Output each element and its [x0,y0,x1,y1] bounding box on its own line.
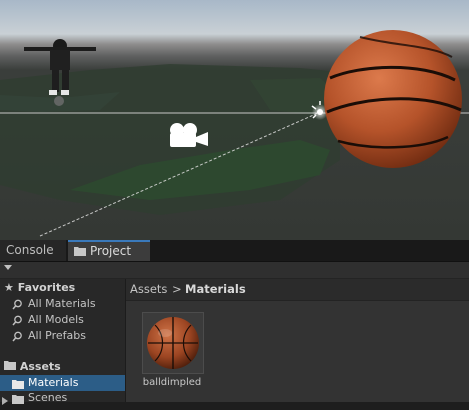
asset-browser: Assets > Materials balldimpled [126,279,469,402]
breadcrumb-current[interactable]: Materials [185,279,246,300]
star-icon: ★ [4,281,14,294]
tab-console-label: Console [6,243,54,257]
scene-view[interactable] [0,0,469,240]
favorites-item-label: All Prefabs [28,329,86,342]
chevron-right-icon [2,394,8,410]
favorites-title: Favorites [17,281,76,294]
panel-tab-bar: Console Project [0,240,469,262]
folder-icon [4,359,16,375]
basketball-model[interactable] [324,30,462,168]
assets-title: Assets [19,360,61,373]
tab-console[interactable]: Console [0,240,66,261]
folder-icon [12,393,24,409]
breadcrumb-separator: > [172,282,182,296]
asset-name: balldimpled [142,377,202,388]
favorites-item-label: All Models [28,313,84,326]
breadcrumb-root[interactable]: Assets [130,279,167,300]
tab-project-label: Project [90,244,132,258]
tree-item-scenes[interactable]: Scenes [0,390,125,406]
tab-project[interactable]: Project [68,240,150,261]
tree-item-label: Scenes [28,391,68,404]
favorites-item-all-models[interactable]: All Models [0,312,125,328]
favorites-item-all-prefabs[interactable]: All Prefabs [0,328,125,344]
scene-canvas [0,30,469,237]
folder-tree: ★ Favorites All Materials All Models All… [0,279,126,405]
favorites-item-all-materials[interactable]: All Materials [0,296,125,312]
project-toolbar [0,262,469,279]
search-icon [12,331,23,347]
material-preview-icon [147,317,199,369]
asset-item-balldimpled[interactable] [142,312,204,374]
favorites-item-label: All Materials [28,297,96,310]
breadcrumb: Assets > Materials [126,279,469,301]
folder-icon [74,243,86,261]
tree-item-materials[interactable]: Materials [0,375,125,391]
tree-item-label: Materials [28,376,79,389]
assets-header[interactable]: Assets [4,359,61,375]
favorites-header[interactable]: ★ Favorites [4,280,75,296]
chevron-down-icon[interactable] [4,265,12,270]
